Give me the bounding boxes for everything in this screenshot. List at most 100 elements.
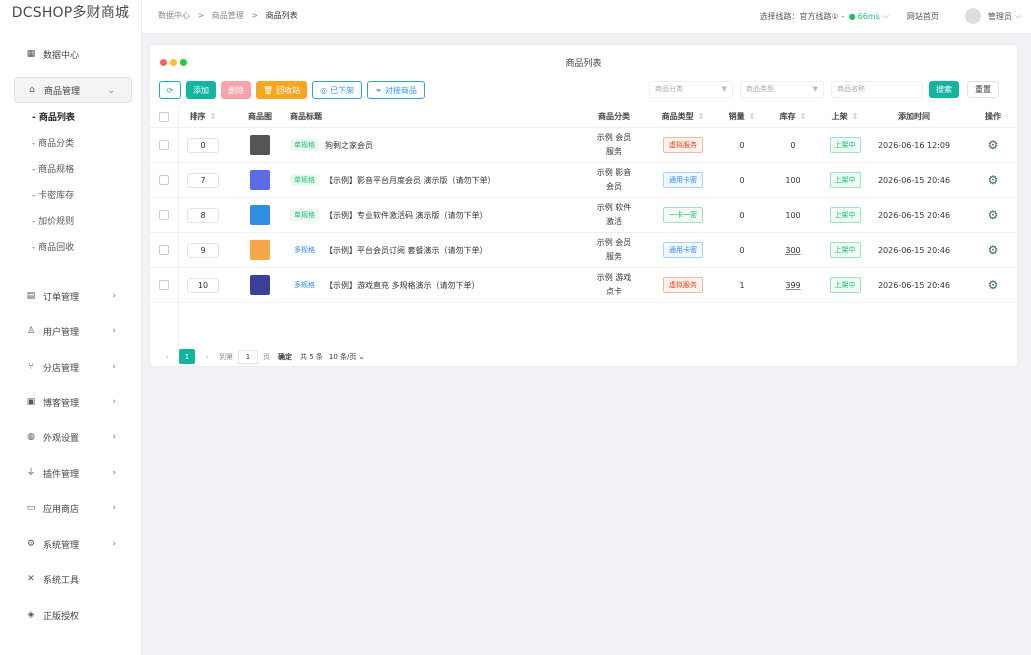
type-tag: 一卡一密 bbox=[663, 207, 703, 223]
stock-cell: 100 bbox=[770, 163, 816, 197]
sort-icon[interactable]: ⇕ bbox=[852, 112, 859, 121]
recycle-bin-button[interactable]: 🗑 回收站 bbox=[256, 81, 308, 99]
sidebar-subitem[interactable]: - 商品分类 bbox=[32, 137, 74, 151]
sort-icon[interactable]: ⇕ bbox=[800, 112, 807, 121]
goto-page-input[interactable]: 1 bbox=[238, 349, 258, 364]
chevron-down-icon[interactable]: ⌵ bbox=[1015, 11, 1021, 21]
page-number[interactable]: 1 bbox=[179, 349, 195, 364]
sidebar-item-license[interactable]: ◈ 正版授权 bbox=[14, 602, 132, 628]
row-checkbox[interactable] bbox=[159, 245, 169, 255]
row-select-cell bbox=[156, 233, 172, 267]
product-title[interactable]: 狗剩之家会员 bbox=[325, 140, 373, 151]
stock-value: 100 bbox=[785, 210, 801, 220]
sidebar-item-product[interactable]: ⌂ 商品管理 ⌄ bbox=[14, 77, 132, 103]
product-thumbnail[interactable] bbox=[250, 205, 270, 225]
refresh-button[interactable]: ⟳ bbox=[159, 81, 181, 99]
product-thumbnail[interactable] bbox=[250, 240, 270, 260]
sidebar-item-data-center[interactable]: ▦ 数据中心 bbox=[14, 41, 132, 67]
order-input[interactable]: 0 bbox=[187, 137, 219, 153]
product-thumbnail[interactable] bbox=[250, 135, 270, 155]
column-header[interactable]: 库存 ⇕ bbox=[770, 106, 816, 127]
offshelf-button[interactable]: ◎ 已下架 bbox=[312, 81, 363, 99]
title-cell: 单规格 【示例】专业软件激活码 演示版（请勿下单） bbox=[290, 198, 590, 232]
shelf-status-toggle[interactable]: 上架中 bbox=[829, 207, 861, 223]
stock-value[interactable]: 399 bbox=[785, 281, 800, 290]
order-input[interactable]: 8 bbox=[187, 207, 219, 223]
column-header[interactable]: 排序 ⇕ bbox=[182, 106, 224, 127]
category-select[interactable]: 商品分类 ▼ bbox=[649, 81, 733, 98]
delete-button[interactable]: 删除 bbox=[221, 81, 251, 99]
type-select[interactable]: 商品类型 ▼ bbox=[740, 81, 824, 98]
category-line: 激活 bbox=[606, 217, 622, 226]
column-header[interactable]: 销量 ⇕ bbox=[724, 106, 760, 127]
gear-icon[interactable]: ⚙ bbox=[988, 173, 999, 187]
breadcrumb-item[interactable]: 数据中心 bbox=[158, 11, 190, 20]
chevron-down-icon[interactable]: ⌵ bbox=[883, 11, 889, 21]
sidebar-item-order[interactable]: ▤ 订单管理 › bbox=[14, 283, 132, 309]
sales-value: 0 bbox=[739, 245, 745, 255]
product-title[interactable]: 【示例】专业软件激活码 演示版（请勿下单） bbox=[325, 210, 488, 221]
category-line: 示例 会员 bbox=[596, 133, 632, 142]
stock-value[interactable]: 300 bbox=[785, 246, 800, 255]
sidebar-item-appearance[interactable]: ◍ 外观设置 › bbox=[14, 424, 132, 450]
gear-icon[interactable]: ⚙ bbox=[988, 208, 999, 222]
dock-products-button[interactable]: ⚭ 对接商品 bbox=[367, 81, 425, 99]
sidebar-subitem[interactable]: - 商品列表 bbox=[32, 111, 75, 125]
product-thumbnail[interactable] bbox=[250, 275, 270, 295]
category-line: 点卡 bbox=[606, 287, 622, 296]
type-cell: 虚拟服务 bbox=[652, 128, 714, 162]
product-thumbnail[interactable] bbox=[250, 170, 270, 190]
sidebar-item-branch[interactable]: ⑂ 分店管理 › bbox=[14, 354, 132, 380]
row-checkbox[interactable] bbox=[159, 280, 169, 290]
row-checkbox[interactable] bbox=[159, 210, 169, 220]
site-home-link[interactable]: 网站首页 bbox=[907, 11, 939, 22]
product-title[interactable]: 【示例】影音平台月度会员 演示版（请勿下单） bbox=[325, 175, 496, 186]
order-input[interactable]: 7 bbox=[187, 172, 219, 188]
shelf-status-toggle[interactable]: 上架中 bbox=[829, 172, 861, 188]
breadcrumb-item[interactable]: 商品管理 bbox=[212, 11, 244, 20]
product-title[interactable]: 【示例】平台会员订阅 套餐演示（请勿下单） bbox=[325, 245, 488, 256]
row-checkbox[interactable] bbox=[159, 140, 169, 150]
select-all-checkbox[interactable] bbox=[159, 111, 169, 122]
prev-page-button[interactable]: ‹ bbox=[159, 349, 175, 364]
title-cell: 多规格 【示例】游戏直充 多规格演示（请勿下单） bbox=[290, 268, 590, 302]
row-checkbox[interactable] bbox=[159, 175, 169, 185]
sidebar-item-system[interactable]: ⚙ 系统管理 › bbox=[14, 531, 132, 557]
sort-icon[interactable]: ⇕ bbox=[210, 112, 217, 121]
add-button[interactable]: 添加 bbox=[186, 81, 216, 99]
shelf-status-toggle[interactable]: 上架中 bbox=[829, 277, 861, 293]
stock-value: 100 bbox=[785, 175, 801, 185]
goto-confirm-button[interactable]: 确定 bbox=[278, 352, 292, 362]
order-input[interactable]: 10 bbox=[187, 277, 219, 293]
name-search-input[interactable]: 商品名称 bbox=[831, 81, 923, 98]
product-title[interactable]: 【示例】游戏直充 多规格演示（请勿下单） bbox=[325, 280, 480, 291]
sort-icon[interactable]: ⇕ bbox=[749, 112, 756, 121]
gear-icon[interactable]: ⚙ bbox=[988, 138, 999, 152]
admin-menu[interactable]: 管理员 bbox=[988, 11, 1012, 22]
order-input[interactable]: 9 bbox=[187, 242, 219, 258]
avatar[interactable] bbox=[964, 8, 981, 24]
sidebar-subitem[interactable]: - 卡密库存 bbox=[32, 189, 74, 203]
sidebar-subitem[interactable]: - 商品规格 bbox=[32, 163, 74, 177]
app-logo[interactable]: DCSHOP多财商城 bbox=[0, 0, 141, 28]
gear-icon[interactable]: ⚙ bbox=[988, 278, 999, 292]
gear-icon[interactable]: ⚙ bbox=[988, 243, 999, 257]
next-page-button[interactable]: › bbox=[199, 349, 215, 364]
spec-badge: 单规格 bbox=[290, 174, 319, 186]
sidebar-item-user[interactable]: ♙ 用户管理 › bbox=[14, 318, 132, 344]
sort-icon[interactable]: ⇕ bbox=[698, 112, 705, 121]
sidebar-subitem[interactable]: - 商品回收 bbox=[32, 241, 74, 255]
column-header[interactable]: 商品类型 ⇕ bbox=[652, 106, 714, 127]
sidebar-subitem[interactable]: - 加价规则 bbox=[32, 215, 74, 229]
sidebar-item-plugin[interactable]: ⏚ 插件管理 › bbox=[14, 460, 132, 486]
sidebar-item-system-tools[interactable]: ✕ 系统工具 bbox=[14, 566, 132, 592]
search-button[interactable]: 搜索 bbox=[929, 81, 959, 98]
shelf-status-toggle[interactable]: 上架中 bbox=[829, 137, 861, 153]
reset-button[interactable]: 重置 bbox=[967, 81, 999, 98]
shelf-status-toggle[interactable]: 上架中 bbox=[829, 242, 861, 258]
sidebar-item-app-store[interactable]: ▭ 应用商店 › bbox=[14, 495, 132, 521]
route-selector[interactable]: 选择线路：官方线路① bbox=[760, 11, 839, 22]
page-size-select[interactable]: 10 条/页 ⌄ bbox=[329, 352, 365, 362]
sidebar-item-blog[interactable]: ▣ 博客管理 › bbox=[14, 389, 132, 415]
column-header[interactable]: 上架 ⇕ bbox=[822, 106, 868, 127]
